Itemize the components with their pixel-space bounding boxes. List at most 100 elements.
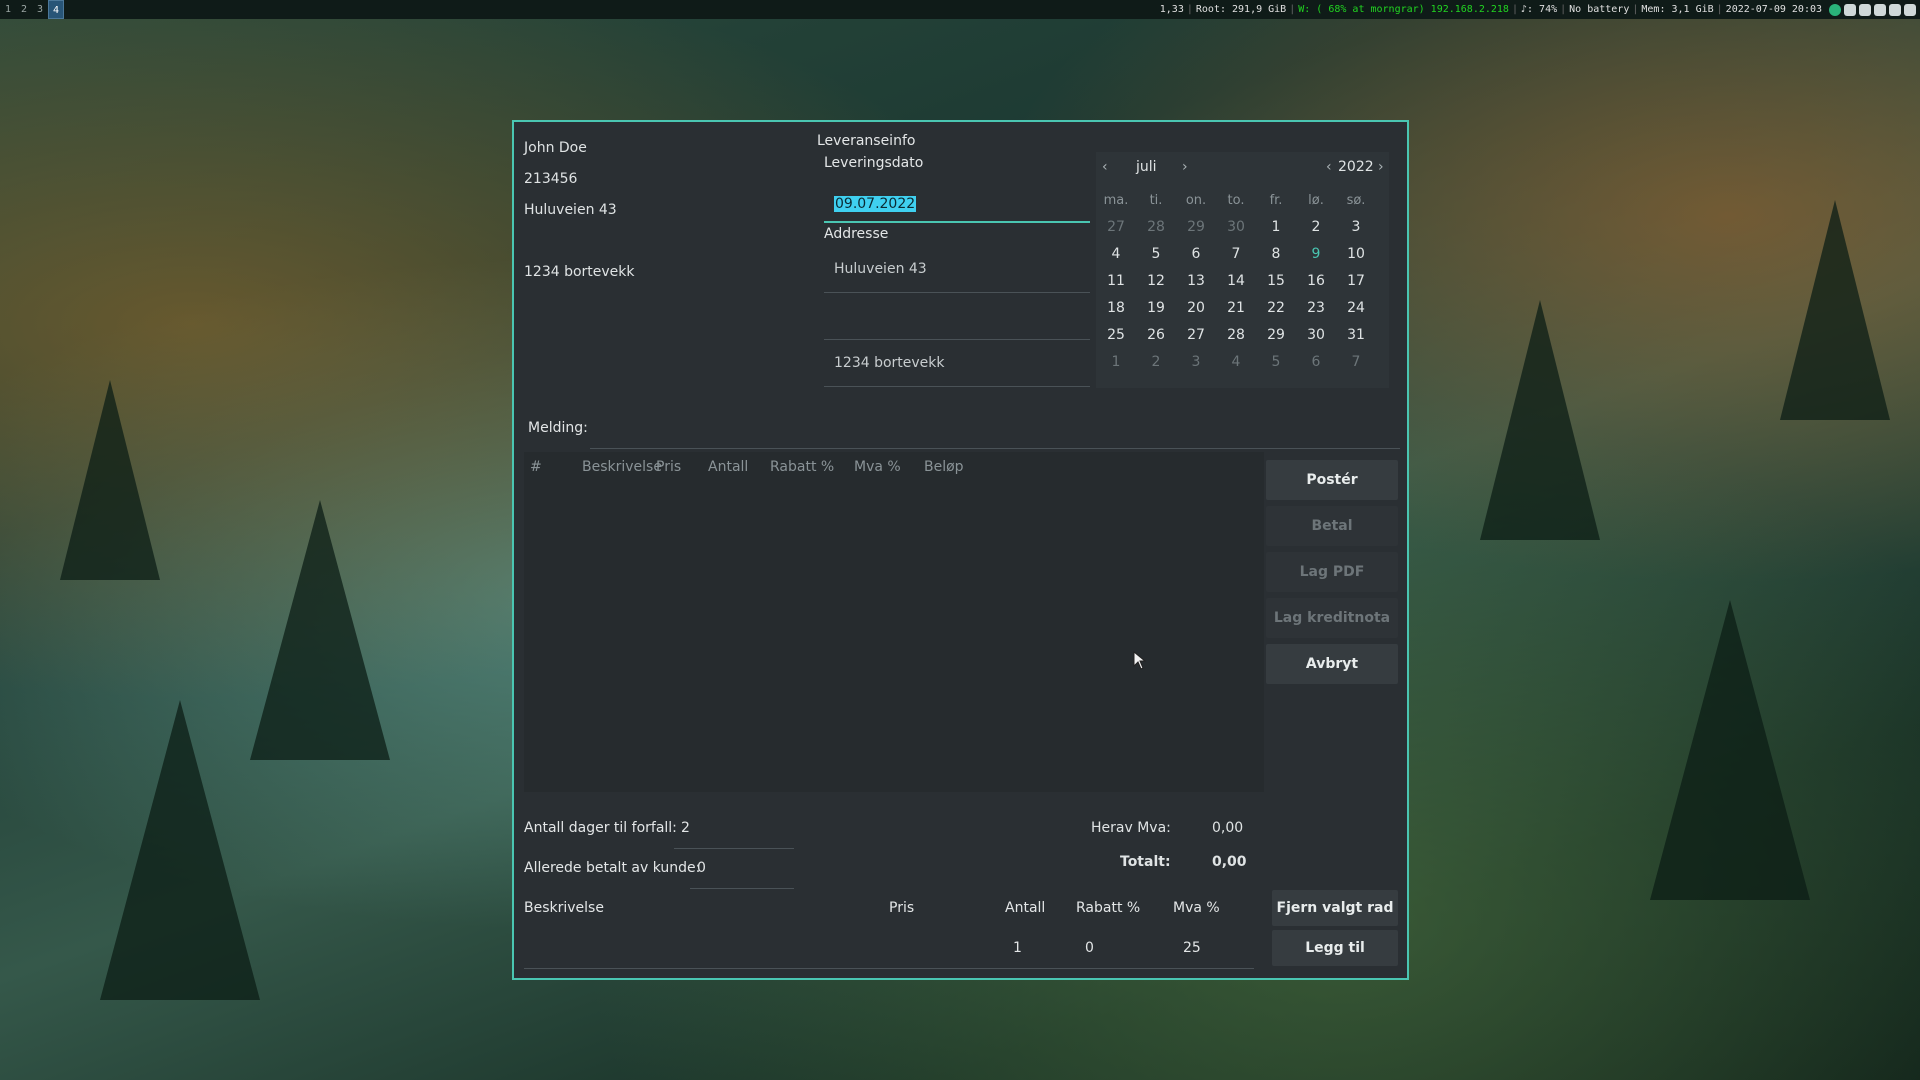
add-row-button[interactable]: Legg til	[1272, 930, 1398, 966]
calendar-day[interactable]: 5	[1256, 349, 1296, 376]
message-input[interactable]	[590, 448, 1400, 449]
new-line-quantity-header: Antall	[1005, 900, 1046, 916]
calendar-day[interactable]: 28	[1216, 322, 1256, 349]
workspace-4[interactable]: 4	[48, 0, 64, 19]
col-vat[interactable]: Mva %	[854, 459, 901, 475]
credit-note-button[interactable]: Lag kreditnota	[1266, 598, 1398, 638]
new-line-underline	[524, 968, 1254, 969]
calendar-day[interactable]: 5	[1136, 241, 1176, 268]
calendar-day[interactable]: 13	[1176, 268, 1216, 295]
calendar-day[interactable]: 8	[1256, 241, 1296, 268]
col-discount[interactable]: Rabatt %	[770, 459, 834, 475]
calendar-weekday: sø.	[1346, 193, 1366, 208]
calendar-day[interactable]: 7	[1216, 241, 1256, 268]
prev-month-icon[interactable]: ‹	[1102, 159, 1108, 175]
calendar-day[interactable]: 27	[1096, 214, 1136, 241]
update-icon[interactable]	[1904, 3, 1916, 16]
calendar-day[interactable]: 20	[1176, 295, 1216, 322]
calendar-day[interactable]: 31	[1336, 322, 1376, 349]
calendar-day[interactable]: 4	[1216, 349, 1256, 376]
col-description[interactable]: Beskrivelse	[582, 459, 662, 475]
delivery-calendar: ‹ juli › ‹ 2022 › ma. ti. on. to. fr. lø. sø. 2…	[1096, 152, 1389, 388]
remove-row-button[interactable]: Fjern valgt rad	[1272, 890, 1398, 926]
grand-total-label: Totalt:	[1120, 854, 1171, 870]
new-line-vat-input[interactable]: 25	[1183, 940, 1201, 956]
new-line-quantity-input[interactable]: 1	[1013, 940, 1022, 956]
workspace-2[interactable]: 2	[16, 0, 32, 19]
calendar-day[interactable]: 25	[1096, 322, 1136, 349]
calendar-day[interactable]: 23	[1296, 295, 1336, 322]
calendar-day[interactable]: 27	[1176, 322, 1216, 349]
calendar-year: 2022	[1338, 159, 1374, 175]
top-status-bar: 1 2 3 4 1,33 | Root: 291,9 GiB | W: ( 68% …	[0, 0, 1920, 19]
calendar-day[interactable]: 21	[1216, 295, 1256, 322]
calendar-day[interactable]: 15	[1256, 268, 1296, 295]
calendar-day[interactable]: 4	[1096, 241, 1136, 268]
col-quantity[interactable]: Antall	[708, 459, 748, 475]
invoice-items-table[interactable]: # Beskrivelse Pris Antall Rabatt % Mva %…	[524, 452, 1264, 792]
calendar-day[interactable]: 29	[1176, 214, 1216, 241]
address-line3-input[interactable]: 1234 bortevekk	[834, 355, 945, 371]
calendar-day[interactable]: 24	[1336, 295, 1376, 322]
due-days-input[interactable]: 2	[681, 820, 690, 836]
calendar-day[interactable]: 10	[1336, 241, 1376, 268]
address-line3-underline	[824, 386, 1090, 387]
cancel-button[interactable]: Avbryt	[1266, 644, 1398, 684]
background-tree	[60, 380, 160, 580]
memory-indicator: Mem: 3,1 GiB	[1641, 4, 1714, 15]
calendar-weekday: on.	[1185, 193, 1207, 208]
calendar-day[interactable]: 17	[1336, 268, 1376, 295]
calendar-day[interactable]: 30	[1216, 214, 1256, 241]
calendar-day[interactable]: 26	[1136, 322, 1176, 349]
address-line1-input[interactable]: Huluveien 43	[834, 261, 927, 277]
pay-button[interactable]: Betal	[1266, 506, 1398, 546]
calendar-day[interactable]: 1	[1096, 349, 1136, 376]
calendar-day[interactable]: 11	[1096, 268, 1136, 295]
paid-input[interactable]: 0	[697, 860, 706, 876]
delivery-date-value: 09.07.2022	[834, 196, 917, 212]
calendar-day[interactable]: 22	[1256, 295, 1296, 322]
clock: 2022-07-09 20:03	[1725, 4, 1822, 15]
calendar-day[interactable]: 7	[1336, 349, 1376, 376]
calendar-day[interactable]: 12	[1136, 268, 1176, 295]
workspace-switcher: 1 2 3 4	[0, 0, 64, 19]
workspace-1[interactable]: 1	[0, 0, 16, 19]
col-amount[interactable]: Beløp	[924, 459, 964, 475]
calendar-day[interactable]: 18	[1096, 295, 1136, 322]
calendar-day[interactable]: 2	[1296, 214, 1336, 241]
calendar-day[interactable]: 28	[1136, 214, 1176, 241]
delivery-date-input[interactable]: 09.07.2022	[824, 187, 1090, 223]
calendar-day[interactable]: 14	[1216, 268, 1256, 295]
background-tree	[1650, 600, 1810, 900]
calendar-day[interactable]: 1	[1256, 214, 1296, 241]
steam-icon[interactable]	[1874, 3, 1886, 16]
next-month-icon[interactable]: ›	[1182, 159, 1188, 175]
col-number[interactable]: #	[530, 459, 542, 475]
calendar-day[interactable]: 30	[1296, 322, 1336, 349]
network-manager-icon[interactable]	[1829, 3, 1841, 16]
prev-year-icon[interactable]: ‹	[1326, 159, 1332, 175]
workspace-3[interactable]: 3	[32, 0, 48, 19]
post-button[interactable]: Postér	[1266, 460, 1398, 500]
discord-icon[interactable]	[1844, 3, 1856, 16]
calendar-day[interactable]: 3	[1336, 214, 1376, 241]
calendar-day[interactable]: 6	[1296, 349, 1336, 376]
calendar-day[interactable]: 6	[1176, 241, 1216, 268]
address-line1-underline	[824, 292, 1090, 293]
make-pdf-button[interactable]: Lag PDF	[1266, 552, 1398, 592]
calendar-day[interactable]: 29	[1256, 322, 1296, 349]
dropbox-icon[interactable]	[1859, 3, 1871, 16]
calendar-day[interactable]: 16	[1296, 268, 1336, 295]
calendar-day[interactable]: 2	[1136, 349, 1176, 376]
new-line-discount-input[interactable]: 0	[1085, 940, 1094, 956]
calendar-day[interactable]: 19	[1136, 295, 1176, 322]
signal-icon[interactable]	[1889, 3, 1901, 16]
customer-postal: 1234 bortevekk	[524, 264, 635, 280]
calendar-day[interactable]: 9	[1296, 241, 1336, 268]
calendar-weekday: to.	[1227, 193, 1245, 208]
col-price[interactable]: Pris	[656, 459, 681, 475]
calendar-day[interactable]: 3	[1176, 349, 1216, 376]
load-indicator: 1,33	[1159, 4, 1184, 15]
customer-name: John Doe	[524, 140, 587, 156]
next-year-icon[interactable]: ›	[1378, 159, 1384, 175]
